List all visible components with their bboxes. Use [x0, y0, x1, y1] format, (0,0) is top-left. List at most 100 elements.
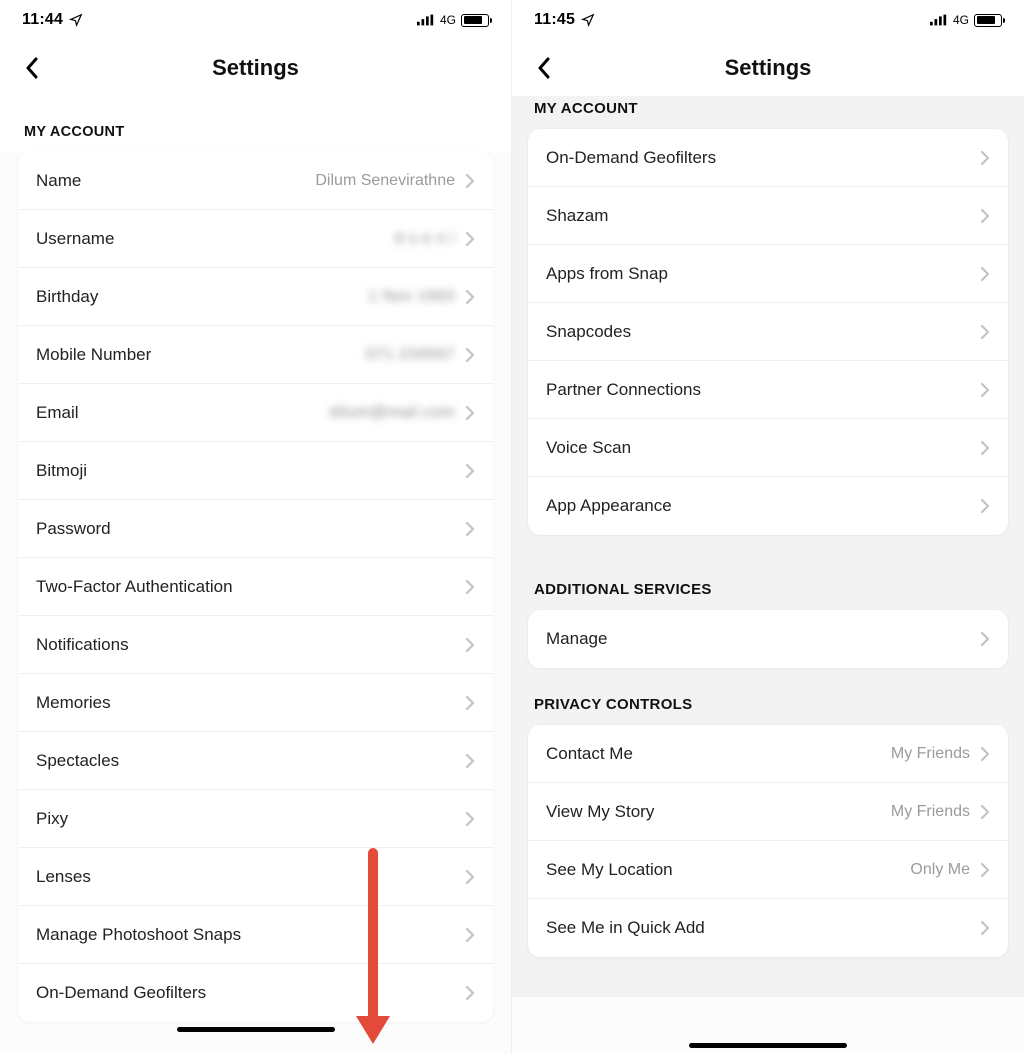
nav-bar: Settings	[0, 40, 511, 96]
chevron-right-icon	[980, 266, 990, 282]
chevron-right-icon	[980, 920, 990, 936]
settings-row-on-demand-geofilters[interactable]: On-Demand Geofilters	[528, 129, 1008, 187]
row-label: Lenses	[36, 867, 91, 887]
chevron-right-icon	[465, 347, 475, 363]
chevron-right-icon	[980, 440, 990, 456]
account-settings-card: NameDilum SenevirathneUsernamed s e n iB…	[18, 152, 493, 1022]
row-label: Mobile Number	[36, 345, 151, 365]
row-label: Password	[36, 519, 111, 539]
chevron-right-icon	[465, 869, 475, 885]
chevron-right-icon	[980, 382, 990, 398]
page-title: Settings	[512, 55, 1024, 81]
row-label: App Appearance	[546, 496, 672, 516]
row-label: Notifications	[36, 635, 129, 655]
settings-row-pixy[interactable]: Pixy	[18, 790, 493, 848]
network-label: 4G	[440, 13, 456, 27]
chevron-right-icon	[465, 811, 475, 827]
settings-row-contact-me[interactable]: Contact Me My Friends	[528, 725, 1008, 783]
phone-left: 11:44 4G Settings MY ACCOUNT Name Dilum S…	[0, 0, 512, 1054]
settings-row-shazam[interactable]: Shazam	[528, 187, 1008, 245]
status-time: 11:45	[534, 11, 575, 29]
row-label: Manage Photoshoot Snaps	[36, 925, 241, 945]
settings-row-bitmoji[interactable]: Bitmoji	[18, 442, 493, 500]
chevron-right-icon	[465, 579, 475, 595]
additional-services-card: Manage	[528, 610, 1008, 668]
location-icon	[581, 13, 595, 27]
row-label: Name	[36, 171, 81, 191]
settings-row-snapcodes[interactable]: Snapcodes	[528, 303, 1008, 361]
chevron-right-icon	[465, 231, 475, 247]
home-indicator	[177, 1027, 335, 1032]
settings-row-view-my-story[interactable]: View My StoryMy Friends	[528, 783, 1008, 841]
settings-row-on-demand-geofilters[interactable]: On-Demand Geofilters	[18, 964, 493, 1022]
chevron-right-icon	[465, 289, 475, 305]
signal-icon	[930, 14, 948, 26]
section-header-my-account: MY ACCOUNT	[0, 96, 511, 152]
page-title: Settings	[0, 55, 511, 81]
section-header-additional-services: ADDITIONAL SERVICES	[512, 535, 1024, 610]
settings-row-partner-connections[interactable]: Partner Connections	[528, 361, 1008, 419]
settings-row-password[interactable]: Password	[18, 500, 493, 558]
row-value: Dilum Senevirathne	[315, 172, 455, 190]
chevron-right-icon	[980, 208, 990, 224]
chevron-right-icon	[465, 521, 475, 537]
settings-row-voice-scan[interactable]: Voice Scan	[528, 419, 1008, 477]
settings-row-lenses[interactable]: Lenses	[18, 848, 493, 906]
row-label: See My Location	[546, 860, 673, 880]
status-time: 11:44	[22, 11, 63, 29]
chevron-right-icon	[465, 695, 475, 711]
row-label: On-Demand Geofilters	[36, 983, 206, 1003]
chevron-right-icon	[980, 804, 990, 820]
row-label: See Me in Quick Add	[546, 918, 705, 938]
settings-row-email[interactable]: Email dilum@mail.com	[18, 384, 493, 442]
settings-row-name[interactable]: Name Dilum Senevirathne	[18, 152, 493, 210]
section-header-my-account: MY ACCOUNT	[512, 96, 1024, 129]
section-header-privacy-controls: PRIVACY CONTROLS	[512, 668, 1024, 725]
status-bar: 11:44 4G	[0, 0, 511, 40]
row-label: Memories	[36, 693, 111, 713]
chevron-right-icon	[465, 985, 475, 1001]
row-value: My Friends	[891, 745, 970, 763]
chevron-right-icon	[465, 463, 475, 479]
row-value: 1 Nov 1993	[368, 288, 455, 306]
settings-row-two-factor-authentication[interactable]: Two-Factor Authentication	[18, 558, 493, 616]
network-label: 4G	[953, 13, 969, 27]
row-value: Only Me	[910, 861, 970, 879]
chevron-right-icon	[980, 862, 990, 878]
settings-row-memories[interactable]: Memories	[18, 674, 493, 732]
phone-right: 11:45 4G Settings MY ACCOUNT On-Demand G…	[512, 0, 1024, 1054]
row-value: dilum@mail.com	[330, 404, 455, 422]
settings-row-mobile-number[interactable]: Mobile Number 071 234567	[18, 326, 493, 384]
row-label: Contact Me	[546, 744, 633, 764]
home-indicator	[689, 1043, 847, 1048]
back-button[interactable]	[18, 54, 46, 82]
back-button[interactable]	[530, 54, 558, 82]
status-bar: 11:45 4G	[512, 0, 1024, 40]
settings-row-notifications[interactable]: Notifications	[18, 616, 493, 674]
settings-row-birthday[interactable]: Birthday1 Nov 1993	[18, 268, 493, 326]
row-label: View My Story	[546, 802, 654, 822]
row-label: Email	[36, 403, 79, 423]
row-label: On-Demand Geofilters	[546, 148, 716, 168]
settings-row-see-me-in-quick-add[interactable]: See Me in Quick Add	[528, 899, 1008, 957]
row-label: Pixy	[36, 809, 68, 829]
row-value: 071 234567	[365, 346, 455, 364]
settings-row-spectacles[interactable]: Spectacles	[18, 732, 493, 790]
row-label: Partner Connections	[546, 380, 701, 400]
settings-row-username[interactable]: Usernamed s e n i	[18, 210, 493, 268]
battery-icon	[461, 14, 489, 27]
settings-row-manage-photoshoot-snaps[interactable]: Manage Photoshoot Snaps	[18, 906, 493, 964]
settings-row-manage[interactable]: Manage	[528, 610, 1008, 668]
signal-icon	[417, 14, 435, 26]
settings-row-apps-from-snap[interactable]: Apps from Snap	[528, 245, 1008, 303]
row-label: Spectacles	[36, 751, 119, 771]
settings-row-app-appearance[interactable]: App Appearance	[528, 477, 1008, 535]
chevron-right-icon	[465, 927, 475, 943]
chevron-right-icon	[465, 405, 475, 421]
settings-row-see-my-location[interactable]: See My Location Only Me	[528, 841, 1008, 899]
row-label: Two-Factor Authentication	[36, 577, 233, 597]
battery-icon	[974, 14, 1002, 27]
nav-bar: Settings	[512, 40, 1024, 96]
location-icon	[69, 13, 83, 27]
row-value: d s e n i	[394, 230, 455, 248]
